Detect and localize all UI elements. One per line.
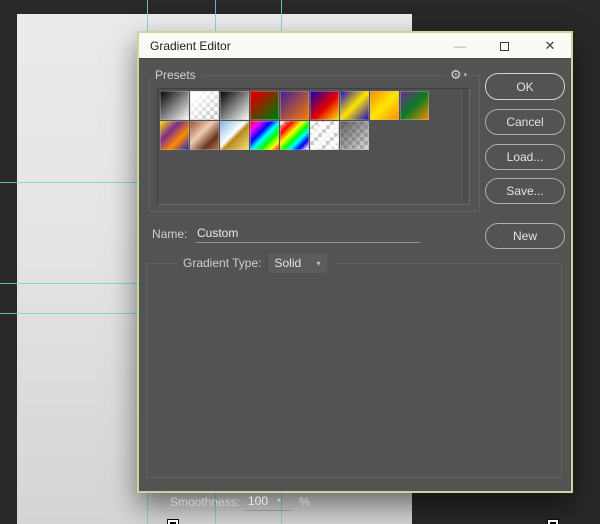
preset-thumb-violet-orange[interactable] — [280, 91, 309, 120]
opacity-stop-end-icon — [547, 519, 559, 524]
dialog-body: Presets ⚙ ▾ OK Cancel Load... Save... Ne… — [139, 59, 571, 524]
save-button[interactable]: Save... — [485, 178, 565, 204]
gradient-type-label: Gradient Type: — [183, 256, 262, 270]
presets-menu-button[interactable]: ⚙ ▾ — [446, 67, 472, 83]
smoothness-input[interactable]: 100 — [248, 494, 268, 508]
name-input-underline — [196, 242, 420, 243]
ok-button[interactable]: OK — [485, 73, 565, 100]
name-input[interactable]: Custom — [197, 226, 238, 240]
preset-thumb-red-green[interactable] — [250, 91, 279, 120]
preset-thumb-foreground-to-background[interactable] — [160, 91, 189, 120]
preset-thumb-spectrum[interactable] — [250, 121, 279, 150]
smoothness-label: Smoothness: — [170, 495, 241, 509]
preset-grid — [160, 91, 434, 150]
name-label: Name: — [152, 227, 188, 241]
chevron-down-icon: ▾ — [316, 258, 321, 268]
maximize-button[interactable] — [489, 33, 519, 59]
minimize-button[interactable]: — — [445, 33, 475, 59]
presets-scrollbar[interactable] — [461, 90, 468, 203]
preset-thumb-transparent-rainbow[interactable] — [280, 121, 309, 150]
preset-thumb-copper[interactable] — [190, 121, 219, 150]
preset-thumb-violet-green-orange[interactable] — [400, 91, 429, 120]
preset-thumb-black-white[interactable] — [220, 91, 249, 120]
presets-list-box — [157, 88, 470, 205]
gradient-type-groupbox: Gradient Type: Solid ▾ Smoothness: 100 ▾… — [146, 253, 562, 524]
preset-thumb-foreground-to-transparent[interactable] — [190, 91, 219, 120]
gradient-editor-dialog: Gradient Editor — ✕ Presets ⚙ ▾ OK Cance… — [137, 31, 573, 524]
preset-thumb-neutral-density[interactable] — [340, 121, 369, 150]
preset-thumb-orange-yellow-orange[interactable] — [370, 91, 399, 120]
close-button[interactable]: ✕ — [535, 33, 565, 59]
gradient-type-value: Solid — [274, 256, 302, 270]
opacity-stop-start-icon — [167, 519, 179, 524]
gradient-type-row: Gradient Type: Solid ▾ — [177, 253, 333, 273]
preset-thumb-chrome[interactable] — [220, 121, 249, 150]
presets-label: Presets — [150, 68, 201, 82]
new-button[interactable]: New — [485, 223, 565, 249]
smoothness-underline — [245, 510, 291, 511]
cancel-button[interactable]: Cancel — [485, 109, 565, 135]
preset-thumb-blue-yellow-blue[interactable] — [340, 91, 369, 120]
opacity-stop-start[interactable] — [166, 519, 180, 524]
dialog-title: Gradient Editor — [150, 38, 231, 53]
gradient-type-dropdown[interactable]: Solid ▾ — [268, 253, 327, 273]
preset-thumb-transparent-stripes[interactable] — [310, 121, 339, 150]
smoothness-unit: % — [299, 495, 310, 509]
gear-caret-icon: ▾ — [463, 72, 468, 79]
opacity-stop-end[interactable] — [546, 519, 560, 524]
load-button[interactable]: Load... — [485, 144, 565, 170]
dialog-titlebar[interactable]: Gradient Editor — ✕ — [139, 33, 571, 59]
gear-icon: ⚙ — [450, 67, 462, 82]
preset-thumb-blue-red-yellow[interactable] — [310, 91, 339, 120]
preset-thumb-yellow-violet-orange-blue[interactable] — [160, 121, 189, 150]
photoshop-workspace: Gradient Editor — ✕ Presets ⚙ ▾ OK Cance… — [0, 0, 600, 524]
maximize-icon — [499, 41, 509, 51]
smoothness-dropdown-caret[interactable]: ▾ — [277, 496, 281, 505]
